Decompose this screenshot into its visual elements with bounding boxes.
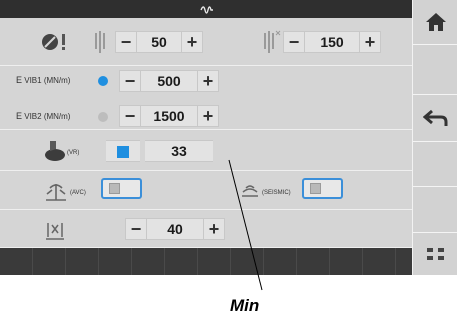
evib2-minus-button[interactable]: −: [119, 105, 141, 127]
avc-toggle-knob: [109, 183, 120, 194]
row-avc-seismic: (AVC) (SEISMIC): [0, 172, 412, 210]
seismic-toggle[interactable]: [302, 178, 343, 199]
top-bar: [0, 0, 412, 18]
vr-unit-label: (VR): [67, 150, 80, 156]
seismic-icon: [242, 185, 258, 197]
row-vr: (VR) 33: [0, 131, 412, 171]
vibration-wave-icon: [200, 6, 213, 14]
back-arrow-icon: [422, 109, 447, 126]
evib2-label: E VIB2 (MN/m): [16, 111, 71, 121]
evib2-value: 1500: [141, 105, 197, 127]
frequency-gauge-icon: [42, 34, 65, 50]
vr-blue-indicator: [117, 146, 129, 158]
seismic-label: (SEISMIC): [262, 190, 291, 196]
sidebar-slot-4: [413, 142, 457, 187]
back-button[interactable]: [413, 95, 457, 142]
right-value: 150: [305, 31, 359, 53]
row-amplitude: − 40 +: [0, 211, 412, 248]
grid-menu-icon: [426, 248, 444, 260]
evib2-radio[interactable]: [98, 112, 108, 122]
evib1-stepper: − 500 +: [119, 70, 219, 92]
avc-label: (AVC): [70, 190, 86, 196]
annotation-min-label: Min: [230, 296, 260, 315]
right-plus-button[interactable]: +: [359, 31, 381, 53]
avc-icon: [46, 184, 66, 201]
home-icon: [425, 13, 446, 31]
machine-screen: − 50 + − 150 + E VIB1 (MN/m) − 500 + E V…: [0, 0, 457, 275]
evib1-plus-button[interactable]: +: [197, 70, 219, 92]
drum-low-icon: [95, 31, 105, 53]
amplitude-icon: [46, 223, 64, 240]
bottom-bar: [0, 248, 412, 275]
left-stepper: − 50 +: [115, 31, 203, 53]
home-button[interactable]: [413, 0, 457, 45]
amplitude-value: 40: [147, 218, 203, 240]
sidebar-slot-5: [413, 187, 457, 233]
left-plus-button[interactable]: +: [181, 31, 203, 53]
sidebar: [412, 0, 457, 275]
roller-drum-icon: [45, 141, 65, 161]
right-stepper: − 150 +: [283, 31, 381, 53]
left-minus-button[interactable]: −: [115, 31, 137, 53]
amplitude-stepper: − 40 +: [125, 218, 225, 240]
sidebar-slot-2: [413, 45, 457, 95]
amplitude-minus-button[interactable]: −: [125, 218, 147, 240]
evib1-label: E VIB1 (MN/m): [16, 75, 71, 85]
evib2-plus-button[interactable]: +: [197, 105, 219, 127]
row-evib: E VIB1 (MN/m) − 500 + E VIB2 (MN/m) − 15…: [0, 67, 412, 130]
evib1-minus-button[interactable]: −: [119, 70, 141, 92]
right-minus-button[interactable]: −: [283, 31, 305, 53]
avc-toggle[interactable]: [101, 178, 142, 199]
menu-button[interactable]: [413, 233, 457, 275]
drum-high-icon: [264, 30, 281, 53]
evib2-stepper: − 1500 +: [119, 105, 219, 127]
left-value: 50: [137, 31, 181, 53]
vr-value: 33: [145, 140, 213, 162]
row-frequency: − 50 + − 150 +: [0, 18, 412, 66]
vr-indicator-box: [106, 140, 140, 162]
evib1-value: 500: [141, 70, 197, 92]
amplitude-plus-button[interactable]: +: [203, 218, 225, 240]
seismic-toggle-knob: [310, 183, 321, 194]
evib1-radio[interactable]: [98, 76, 108, 86]
